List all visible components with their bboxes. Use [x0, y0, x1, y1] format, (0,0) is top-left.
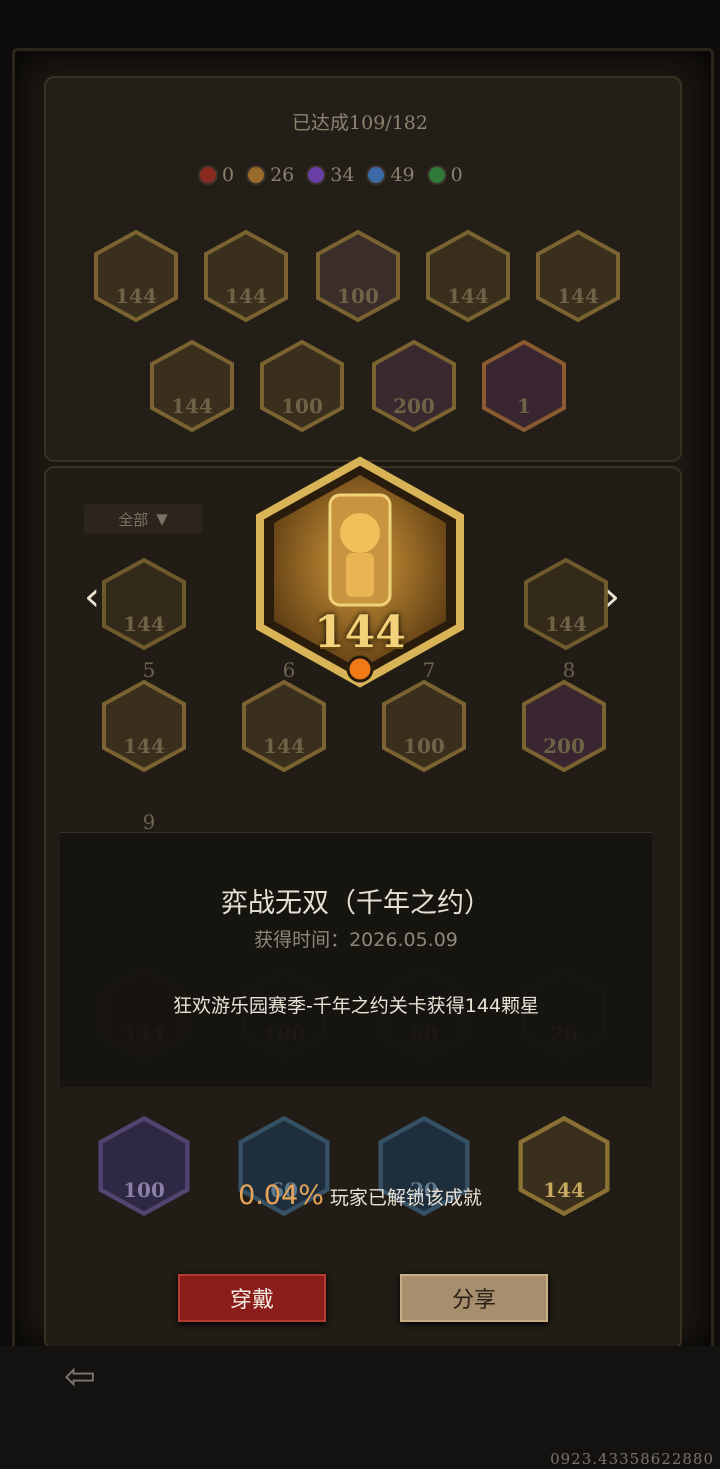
worn-badge[interactable]: 144 [424, 228, 512, 324]
prev-arrow[interactable]: ‹ [84, 574, 100, 620]
featured-badge-number: 144 [314, 607, 406, 658]
achievement-title: 弈战无双（千年之约） [221, 888, 491, 919]
purple-gem-icon [308, 167, 325, 183]
worn-badge[interactable]: 144 [534, 228, 622, 324]
green-gem-icon [428, 167, 445, 183]
share-button[interactable]: 分享 [400, 1274, 548, 1322]
worn-badge[interactable]: 144 [202, 228, 290, 324]
gem-count-orange: 26 [248, 164, 294, 186]
worn-badge[interactable]: 100 [314, 228, 402, 324]
grid-badge[interactable]: 144 [100, 556, 188, 652]
worn-badge[interactable]: 200 [370, 338, 458, 434]
wear-button[interactable]: 穿戴 [178, 1274, 326, 1322]
unlock-percent: 0.04% [238, 1180, 324, 1211]
featured-badge: 144 [250, 455, 470, 695]
serial-number: 0923.43358622880 [550, 1450, 714, 1468]
gem-count-purple: 34 [308, 164, 354, 186]
blue-gem-icon [368, 167, 385, 183]
achievement-progress: 已达成109/182 [292, 112, 428, 134]
red-gem-icon [200, 167, 216, 183]
filter-dropdown[interactable]: 全部 ▼ [84, 504, 202, 534]
worn-badge[interactable]: 1 [480, 338, 568, 434]
chevron-down-icon: ▼ [156, 510, 168, 528]
unlock-rate: 0.04% 玩家已解锁该成就 [0, 1180, 720, 1211]
grid-badge[interactable]: 200 [520, 678, 608, 774]
worn-badge[interactable]: 144 [148, 338, 236, 434]
orange-gem-icon [248, 167, 265, 183]
worn-badge[interactable]: 100 [258, 338, 346, 434]
achievement-detail-panel: 弈战无双（千年之约） 获得时间：2026.05.09 狂欢游乐园赛季-千年之约关… [60, 832, 652, 1087]
next-arrow[interactable]: › [604, 574, 620, 620]
slot-number: 9 [142, 810, 156, 834]
achievement-description: 狂欢游乐园赛季-千年之约关卡获得144颗星 [172, 995, 540, 1017]
back-arrow-icon[interactable]: ⇦ [64, 1354, 96, 1398]
grid-badge[interactable]: 144 [522, 556, 610, 652]
gem-count-red: 0 [200, 164, 234, 186]
worn-badge[interactable]: 144 [92, 228, 180, 324]
grid-badge[interactable]: 144 [100, 678, 188, 774]
gem-count-green: 0 [428, 164, 463, 186]
gem-count-blue: 49 [368, 164, 415, 186]
gem-counts: 0 26 34 49 0 [200, 164, 540, 186]
doll-on-throne-icon [256, 456, 464, 688]
achievement-time: 获得时间：2026.05.09 [254, 929, 458, 951]
unlock-text: 玩家已解锁该成就 [329, 1187, 482, 1209]
